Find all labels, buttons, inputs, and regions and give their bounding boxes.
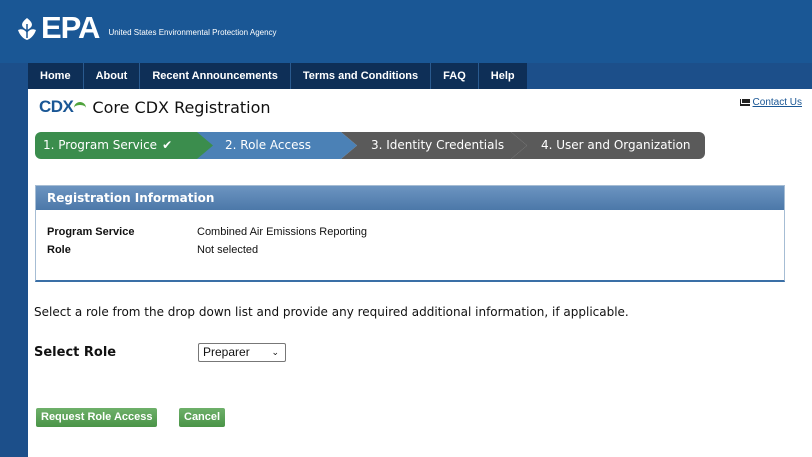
epa-header: EPA United States Environmental Protecti… bbox=[0, 0, 812, 63]
info-value: Not selected bbox=[197, 244, 259, 256]
select-role-dropdown[interactable]: Preparer ⌄ bbox=[198, 343, 286, 362]
epa-flower-icon bbox=[18, 18, 36, 40]
epa-logo[interactable]: EPA United States Environmental Protecti… bbox=[16, 10, 277, 45]
main-panel: Contact Us CDX Core CDX Registration 1. … bbox=[28, 89, 812, 457]
nav-home[interactable]: Home bbox=[28, 63, 84, 89]
cdx-logo: CDX bbox=[39, 97, 74, 116]
nav-help[interactable]: Help bbox=[478, 63, 527, 89]
nav-faq[interactable]: FAQ bbox=[431, 63, 479, 89]
info-value: Combined Air Emissions Reporting bbox=[197, 226, 367, 238]
step-role-access[interactable]: 2. Role Access bbox=[197, 132, 357, 159]
nav-recent-announcements[interactable]: Recent Announcements bbox=[140, 63, 291, 89]
page-header: CDX Core CDX Registration bbox=[39, 97, 271, 117]
info-key: Role bbox=[47, 244, 71, 256]
nav-about[interactable]: About bbox=[83, 63, 141, 89]
info-key: Program Service bbox=[47, 226, 135, 238]
instructions-text: Select a role from the drop down list an… bbox=[34, 305, 629, 319]
contact-us-link[interactable]: Contact Us bbox=[739, 97, 802, 108]
registration-info-box: Registration Information Program Service… bbox=[35, 185, 785, 282]
contact-us-label: Contact Us bbox=[752, 97, 802, 108]
registration-info-heading: Registration Information bbox=[36, 186, 784, 210]
step-label: 1. Program Service bbox=[43, 138, 158, 152]
checkmark-icon: ✔ bbox=[162, 138, 173, 152]
nav-terms-and-conditions[interactable]: Terms and Conditions bbox=[290, 63, 432, 89]
cancel-button[interactable]: Cancel bbox=[179, 408, 226, 427]
step-label: 3. Identity Credentials bbox=[371, 138, 505, 152]
info-row-program-service: Program Service Combined Air Emissions R… bbox=[47, 226, 367, 238]
step-program-service[interactable]: 1. Program Service ✔ bbox=[35, 132, 215, 159]
cdx-swoosh-icon bbox=[74, 102, 87, 112]
step-label: 4. User and Organization bbox=[541, 138, 691, 152]
step-user-and-organization[interactable]: 4. User and Organization bbox=[511, 132, 705, 159]
envelope-icon bbox=[739, 99, 750, 106]
info-row-role: Role Not selected bbox=[47, 244, 258, 256]
chevron-down-icon: ⌄ bbox=[271, 347, 279, 357]
select-role-label: Select Role bbox=[34, 345, 117, 360]
step-label: 2. Role Access bbox=[225, 138, 312, 152]
epa-logo-text: EPA bbox=[41, 10, 100, 45]
registration-steps: 1. Program Service ✔ 2. Role Access 3. I… bbox=[35, 132, 715, 159]
agency-name: United States Environmental Protection A… bbox=[108, 28, 277, 37]
select-role-value: Preparer bbox=[203, 345, 250, 359]
top-nav: Home About Recent Announcements Terms an… bbox=[28, 63, 527, 89]
request-role-access-button[interactable]: Request Role Access bbox=[36, 408, 158, 427]
step-identity-credentials[interactable]: 3. Identity Credentials bbox=[341, 132, 527, 159]
page-title: Core CDX Registration bbox=[92, 97, 271, 117]
